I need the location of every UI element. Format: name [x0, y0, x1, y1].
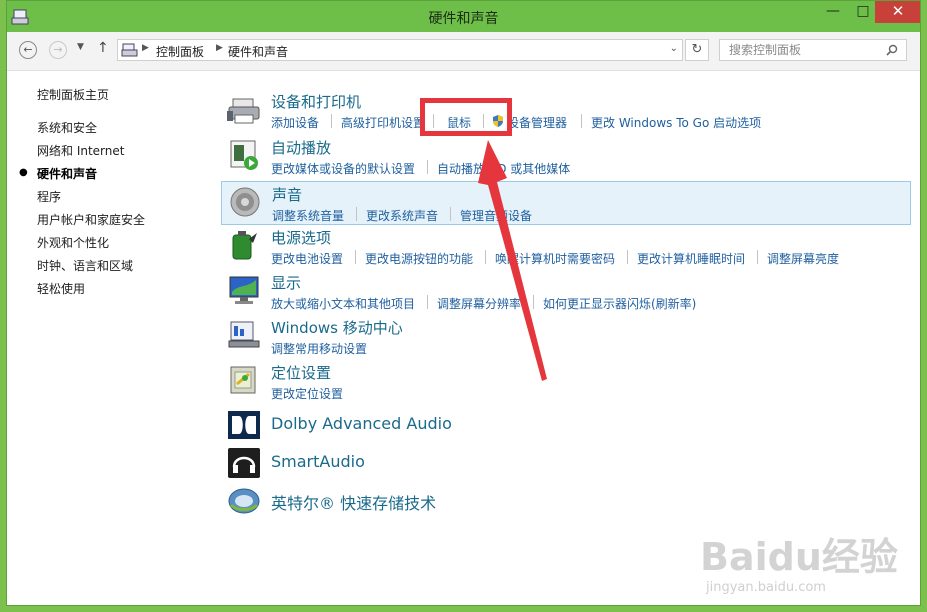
battery-icon	[232, 231, 257, 260]
window-title: 硬件和声音	[428, 11, 499, 27]
category-title[interactable]: 英特尔® 快速存储技术	[271, 490, 436, 514]
link-divider	[450, 207, 451, 221]
link-autoplay-cd[interactable]: 自动播放 CD 或其他媒体	[437, 160, 570, 177]
breadcrumb-separator-icon: ▶	[216, 43, 223, 53]
watermark-url: jingyan.baidu.com	[706, 580, 826, 595]
chevron-down-icon[interactable]: ⌄	[670, 43, 678, 54]
category-title[interactable]: 自动播放	[271, 137, 331, 158]
search-placeholder: 搜索控制面板	[729, 43, 802, 57]
category-sound: 声音 调整系统音量 更改系统声音 管理音频设备	[221, 181, 911, 225]
sidebar-item-appearance[interactable]: 外观和个性化	[37, 234, 109, 251]
title-bar: 硬件和声音 — □ ✕	[7, 1, 920, 32]
category-devices-printers: 设备和打印机 添加设备 高级打印机设置 鼠标 设备管理器 更改 Windows …	[221, 89, 911, 133]
category-title[interactable]: Dolby Advanced Audio	[271, 414, 452, 433]
breadcrumb-hardware-sound[interactable]: 硬件和声音	[228, 43, 288, 60]
sidebar-item-user-accounts[interactable]: 用户帐户和家庭安全	[37, 211, 145, 228]
link-refresh-rate[interactable]: 如何更正显示器闪烁(刷新率)	[543, 295, 696, 312]
sidebar-item-ease-of-access[interactable]: 轻松使用	[37, 280, 85, 297]
baidu-watermark: Baidu经验 jingyan.baidu.com	[700, 508, 900, 598]
link-windows-to-go[interactable]: 更改 Windows To Go 启动选项	[591, 114, 761, 131]
breadcrumb-control-panel[interactable]: 控制面板	[156, 43, 204, 60]
link-divider	[581, 114, 582, 128]
monitor-icon	[229, 276, 259, 304]
autoplay-icon	[230, 140, 258, 170]
category-title[interactable]: 声音	[272, 184, 302, 205]
printer-icon	[227, 98, 260, 124]
link-divider	[485, 250, 486, 264]
category-title[interactable]: 定位设置	[271, 362, 331, 383]
search-icon[interactable]	[886, 44, 898, 56]
sidebar-item-network[interactable]: 网络和 Internet	[37, 142, 124, 159]
link-divider	[355, 250, 356, 264]
forward-button[interactable]: →	[49, 41, 67, 59]
intel-storage-icon	[228, 488, 260, 514]
link-screen-brightness[interactable]: 调整屏幕亮度	[767, 250, 839, 267]
dolby-icon	[228, 411, 260, 439]
link-change-battery-settings[interactable]: 更改电池设置	[271, 250, 343, 267]
breadcrumb-separator-icon: ▶	[142, 43, 149, 53]
link-screen-resolution[interactable]: 调整屏幕分辨率	[437, 295, 521, 312]
category-title[interactable]: Windows 移动中心	[271, 317, 403, 338]
sidebar-item-system-security[interactable]: 系统和安全	[37, 119, 97, 136]
link-divider	[627, 250, 628, 264]
refresh-button[interactable]: ↻	[685, 39, 709, 61]
link-device-manager[interactable]: 设备管理器	[507, 114, 567, 131]
link-adjust-volume[interactable]: 调整系统音量	[272, 207, 344, 224]
link-wake-password[interactable]: 唤醒计算机时需要密码	[495, 250, 615, 267]
category-location-settings: 定位设置 更改定位设置	[221, 360, 911, 404]
link-divider	[533, 295, 534, 309]
category-title[interactable]: SmartAudio	[271, 452, 365, 471]
category-display: 显示 放大或缩小文本和其他项目 调整屏幕分辨率 如何更正显示器闪烁(刷新率)	[221, 270, 911, 314]
sidebar: 控制面板主页 系统和安全 网络和 Internet ● 硬件和声音 程序 用户帐…	[7, 71, 217, 591]
maximize-button[interactable]: □	[849, 1, 877, 23]
category-title[interactable]: 电源选项	[271, 227, 331, 248]
back-button[interactable]: ←	[19, 41, 37, 59]
annotation-highlight-box	[420, 98, 512, 136]
sidebar-item-programs[interactable]: 程序	[37, 188, 61, 205]
up-arrow-icon[interactable]: ↑	[97, 40, 109, 56]
category-title[interactable]: 设备和打印机	[271, 91, 361, 112]
control-panel-icon	[121, 43, 138, 57]
category-title[interactable]: 显示	[271, 272, 301, 293]
category-mobility-center: Windows 移动中心 调整常用移动设置	[221, 315, 911, 359]
link-change-system-sounds[interactable]: 更改系统声音	[366, 207, 438, 224]
location-icon	[230, 366, 256, 394]
speaker-icon	[230, 187, 260, 217]
link-divider	[427, 295, 428, 309]
address-input[interactable]: ▶ 控制面板 ▶ 硬件和声音 ⌄	[117, 39, 683, 61]
category-power-options: 电源选项 更改电池设置 更改电源按钮的功能 唤醒计算机时需要密码 更改计算机睡眠…	[221, 225, 911, 269]
recent-locations-icon[interactable]: ▼	[77, 42, 84, 52]
headphones-icon	[228, 448, 260, 478]
link-power-button[interactable]: 更改电源按钮的功能	[365, 250, 473, 267]
sidebar-item-home[interactable]: 控制面板主页	[37, 86, 109, 103]
category-autoplay: 自动播放 更改媒体或设备的默认设置 自动播放 CD 或其他媒体	[221, 135, 911, 179]
sidebar-item-clock-region[interactable]: 时钟、语言和区域	[37, 257, 133, 274]
current-item-bullet: ●	[19, 167, 28, 178]
link-text-size[interactable]: 放大或缩小文本和其他项目	[271, 295, 415, 312]
link-mobility-settings[interactable]: 调整常用移动设置	[271, 340, 367, 357]
sidebar-item-hardware-sound[interactable]: 硬件和声音	[37, 165, 97, 182]
search-input[interactable]: 搜索控制面板	[719, 39, 907, 61]
link-media-default-settings[interactable]: 更改媒体或设备的默认设置	[271, 160, 415, 177]
link-divider	[427, 160, 428, 174]
watermark-logo: Baidu经验	[700, 535, 898, 579]
link-change-location-settings[interactable]: 更改定位设置	[271, 385, 343, 402]
close-button[interactable]: ✕	[875, 1, 920, 23]
link-add-device[interactable]: 添加设备	[271, 114, 319, 131]
minimize-button[interactable]: —	[819, 1, 847, 23]
address-bar: ← → ▼ ↑ ▶ 控制面板 ▶ 硬件和声音 ⌄ ↻ 搜索控制面板	[7, 32, 920, 71]
link-divider	[331, 114, 332, 128]
link-divider	[356, 207, 357, 221]
link-divider	[757, 250, 758, 264]
link-advanced-printer-setup[interactable]: 高级打印机设置	[341, 114, 425, 131]
mobility-center-icon	[228, 321, 260, 348]
link-manage-audio-devices[interactable]: 管理音频设备	[460, 207, 532, 224]
link-sleep-time[interactable]: 更改计算机睡眠时间	[637, 250, 745, 267]
